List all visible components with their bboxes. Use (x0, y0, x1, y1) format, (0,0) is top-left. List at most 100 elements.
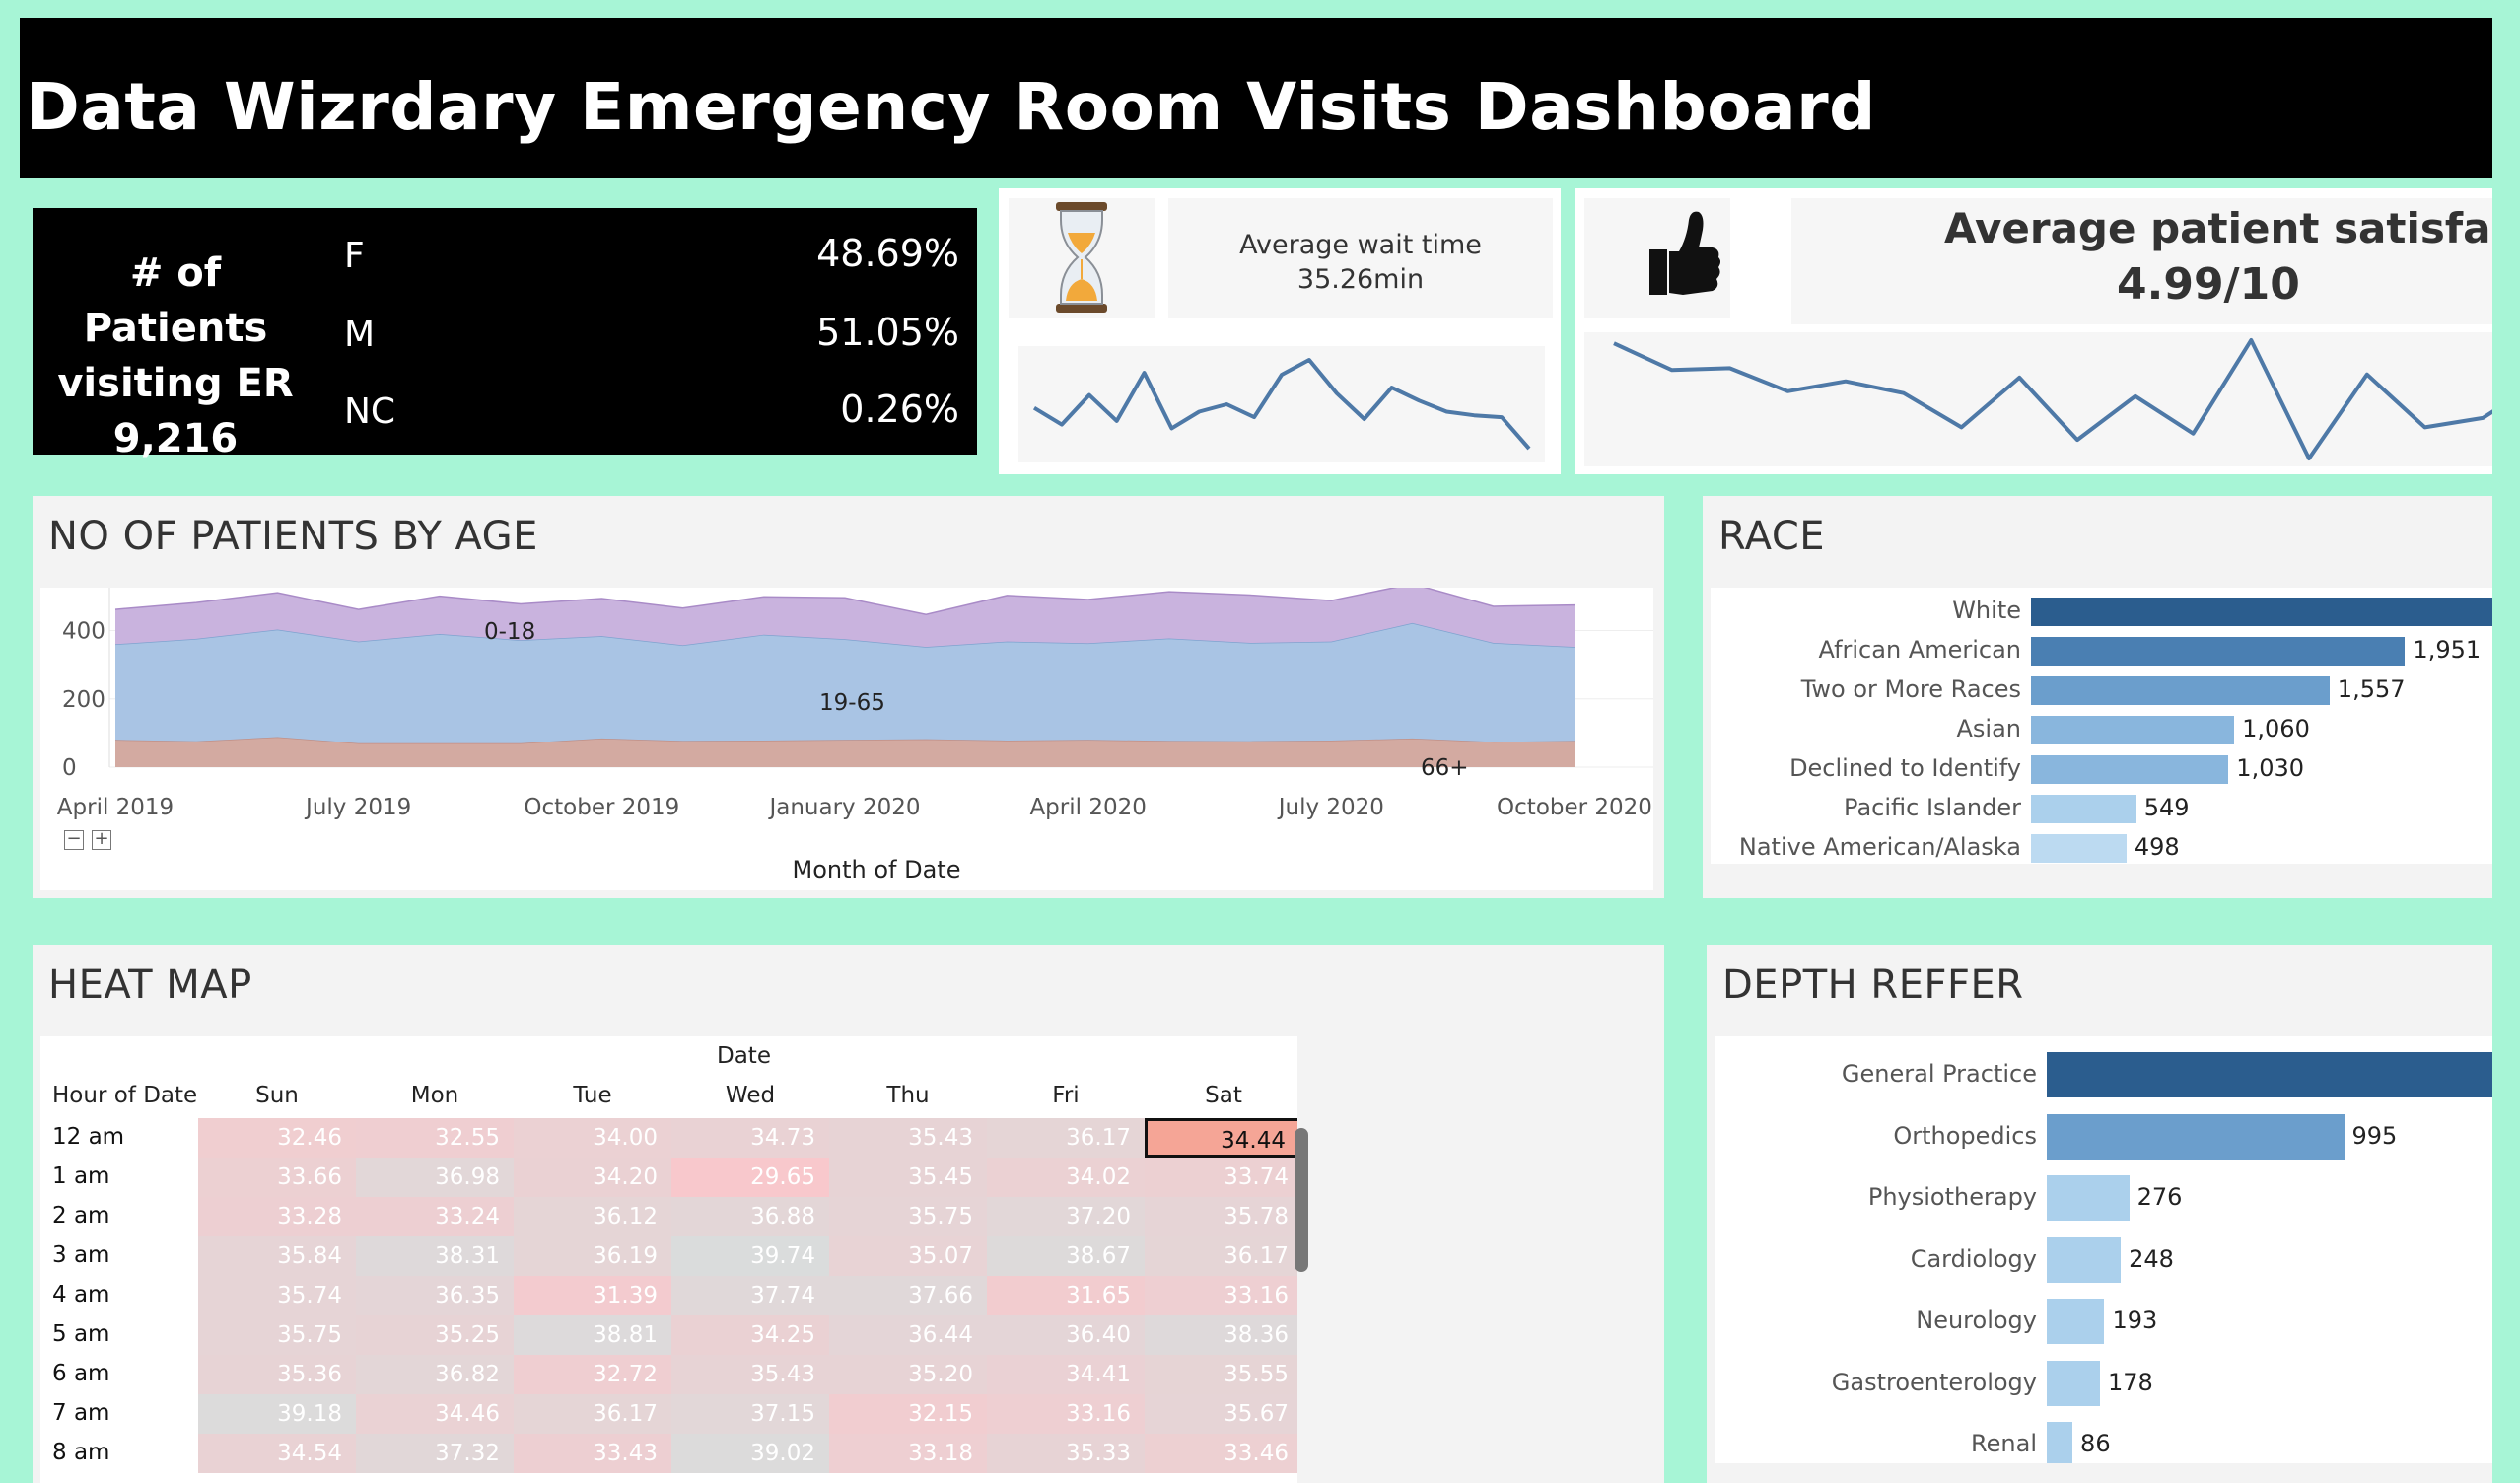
gender-value-nc: 0.26% (840, 388, 959, 431)
dept-bar[interactable] (2047, 1360, 2100, 1406)
race-bar-chart[interactable]: White African American 1,951 Two or More Ra… (1711, 588, 2492, 864)
heatmap-cell[interactable]: 33.16 (987, 1394, 1145, 1434)
heatmap-cell[interactable]: 35.75 (829, 1197, 987, 1236)
satisfaction-trend-line[interactable] (1613, 338, 2492, 460)
satisfaction-sparkline[interactable] (1584, 332, 2492, 466)
heatmap-cell[interactable]: 35.43 (829, 1118, 987, 1158)
heatmap-cell[interactable]: 33.24 (356, 1197, 514, 1236)
heatmap-cell[interactable]: 38.36 (1145, 1315, 1297, 1355)
heatmap-cell[interactable]: 36.35 (356, 1276, 514, 1315)
heatmap-cell[interactable]: 35.45 (829, 1158, 987, 1197)
dept-bar[interactable] (2047, 1236, 2122, 1283)
heatmap-cell[interactable]: 34.44 (1145, 1118, 1297, 1158)
heatmap-cell[interactable]: 36.88 (671, 1197, 829, 1236)
heatmap-cell[interactable]: 29.65 (671, 1158, 829, 1197)
dept-bar[interactable] (2047, 1052, 2492, 1097)
wait-time-card[interactable]: Average wait time 35.26min (999, 188, 1561, 474)
race-bar[interactable] (2031, 676, 2330, 705)
heatmap-cell[interactable]: 36.19 (514, 1236, 671, 1276)
heatmap-cell[interactable]: 32.46 (198, 1118, 356, 1158)
heatmap-cell[interactable]: 36.12 (514, 1197, 671, 1236)
heatmap-cell[interactable]: 34.20 (514, 1158, 671, 1197)
age-area-chart[interactable]: 400 200 0 April 2019 July 2019 October 2019 Ja… (40, 583, 1653, 890)
heatmap-cell[interactable]: 35.43 (671, 1355, 829, 1394)
heatmap-cell[interactable]: 33.28 (198, 1197, 356, 1236)
heatmap-cell[interactable]: 35.75 (198, 1315, 356, 1355)
heatmap-cell[interactable]: 37.66 (829, 1276, 987, 1315)
zoom-in-icon[interactable]: + (92, 830, 111, 850)
age-x-tick: January 2020 (767, 795, 920, 820)
heatmap-cell[interactable]: 37.20 (987, 1197, 1145, 1236)
heatmap-cell[interactable]: 31.65 (987, 1276, 1145, 1315)
heatmap-cell[interactable]: 38.67 (987, 1236, 1145, 1276)
age-area-19-65[interactable] (115, 622, 1575, 743)
heatmap-cell[interactable]: 39.18 (198, 1394, 356, 1434)
heatmap-cell[interactable]: 35.74 (198, 1276, 356, 1315)
heatmap-day-header: Wed (725, 1083, 776, 1108)
heatmap-cell[interactable]: 39.02 (671, 1434, 829, 1473)
heatmap-cell[interactable]: 37.74 (671, 1276, 829, 1315)
heatmap-cell[interactable]: 37.32 (356, 1434, 514, 1473)
heatmap-cell[interactable]: 35.25 (356, 1315, 514, 1355)
dept-value: 86 (2080, 1430, 2111, 1457)
satisfaction-card[interactable]: Average patient satisfaction 4.99/10 (1575, 188, 2492, 474)
heatmap-day-header: Sun (255, 1083, 299, 1108)
heatmap-cell[interactable]: 34.41 (987, 1355, 1145, 1394)
heatmap-cell[interactable]: 38.31 (356, 1236, 514, 1276)
heatmap-cell[interactable]: 34.25 (671, 1315, 829, 1355)
heatmap-cell[interactable]: 35.33 (987, 1434, 1145, 1473)
dept-bar[interactable] (2047, 1299, 2105, 1344)
dept-bar-chart[interactable]: General Practice Orthopedics 995 Physiother… (1715, 1036, 2492, 1463)
heatmap-cell[interactable]: 35.78 (1145, 1197, 1297, 1236)
dept-bar[interactable] (2047, 1113, 2345, 1160)
heatmap-cell[interactable]: 35.55 (1145, 1355, 1297, 1394)
patients-card[interactable]: # of Patients visiting ER 9,216 F 48.69%… (33, 208, 977, 461)
heatmap-cell[interactable]: 32.55 (356, 1118, 514, 1158)
heatmap-cell[interactable]: 34.46 (356, 1394, 514, 1434)
heatmap-cell[interactable]: 35.84 (198, 1236, 356, 1276)
race-bar[interactable] (2031, 598, 2492, 626)
heatmap-cell[interactable]: 36.40 (987, 1315, 1145, 1355)
heatmap-cell[interactable]: 33.46 (1145, 1434, 1297, 1473)
heatmap-scrollbar[interactable] (1295, 1128, 1308, 1272)
heatmap-cell[interactable]: 36.98 (356, 1158, 514, 1197)
heatmap-cell[interactable]: 33.18 (829, 1434, 987, 1473)
heatmap-cell[interactable]: 34.73 (671, 1118, 829, 1158)
heatmap-cell[interactable]: 34.54 (198, 1434, 356, 1473)
heatmap-cell[interactable]: 33.16 (1145, 1276, 1297, 1315)
race-bar[interactable] (2031, 637, 2406, 666)
heatmap-cell[interactable]: 31.39 (514, 1276, 671, 1315)
dept-bar[interactable] (2047, 1422, 2073, 1463)
heatmap-cell[interactable]: 36.44 (829, 1315, 987, 1355)
heatmap-cell[interactable]: 36.17 (987, 1118, 1145, 1158)
heatmap-cell[interactable]: 35.07 (829, 1236, 987, 1276)
zoom-out-icon[interactable]: − (64, 830, 84, 850)
heatmap-cell[interactable]: 36.17 (514, 1394, 671, 1434)
heatmap-cell[interactable]: 34.00 (514, 1118, 671, 1158)
heatmap-cell[interactable]: 34.02 (987, 1158, 1145, 1197)
heatmap-cell[interactable]: 36.82 (356, 1355, 514, 1394)
heatmap-cell[interactable]: 36.17 (1145, 1236, 1297, 1276)
dept-bar[interactable] (2047, 1175, 2130, 1221)
race-bar[interactable] (2031, 795, 2136, 823)
heatmap-cell[interactable]: 33.66 (198, 1158, 356, 1197)
heatmap-cell[interactable]: 33.43 (514, 1434, 671, 1473)
heatmap-cell[interactable]: 32.72 (514, 1355, 671, 1394)
heatmap-cell[interactable]: 32.15 (829, 1394, 987, 1434)
heatmap-cell[interactable]: 38.81 (514, 1315, 671, 1355)
wait-time-sparkline[interactable] (1018, 346, 1545, 462)
wait-time-trend-line[interactable] (1032, 358, 1531, 451)
heatmap-cell[interactable]: 37.15 (671, 1394, 829, 1434)
age-area-label: 0-18 (484, 619, 535, 645)
race-bar[interactable] (2031, 755, 2229, 784)
heatmap-cell[interactable]: 35.36 (198, 1355, 356, 1394)
heatmap-cell[interactable]: 35.20 (829, 1355, 987, 1394)
race-bar[interactable] (2031, 716, 2235, 744)
heatmap-table[interactable]: Date Hour of Date Sun Mon Tue Wed Thu Fri Sat 1… (40, 1036, 1297, 1483)
heatmap-cell[interactable]: 33.74 (1145, 1158, 1297, 1197)
heatmap-day-header: Sat (1205, 1083, 1242, 1108)
heatmap-cell[interactable]: 35.67 (1145, 1394, 1297, 1434)
heatmap-cell[interactable]: 39.74 (671, 1236, 829, 1276)
age-chart[interactable]: 400 200 0 April 2019 July 2019 October 2019 Ja… (40, 583, 1653, 890)
race-bar[interactable] (2031, 834, 2127, 863)
